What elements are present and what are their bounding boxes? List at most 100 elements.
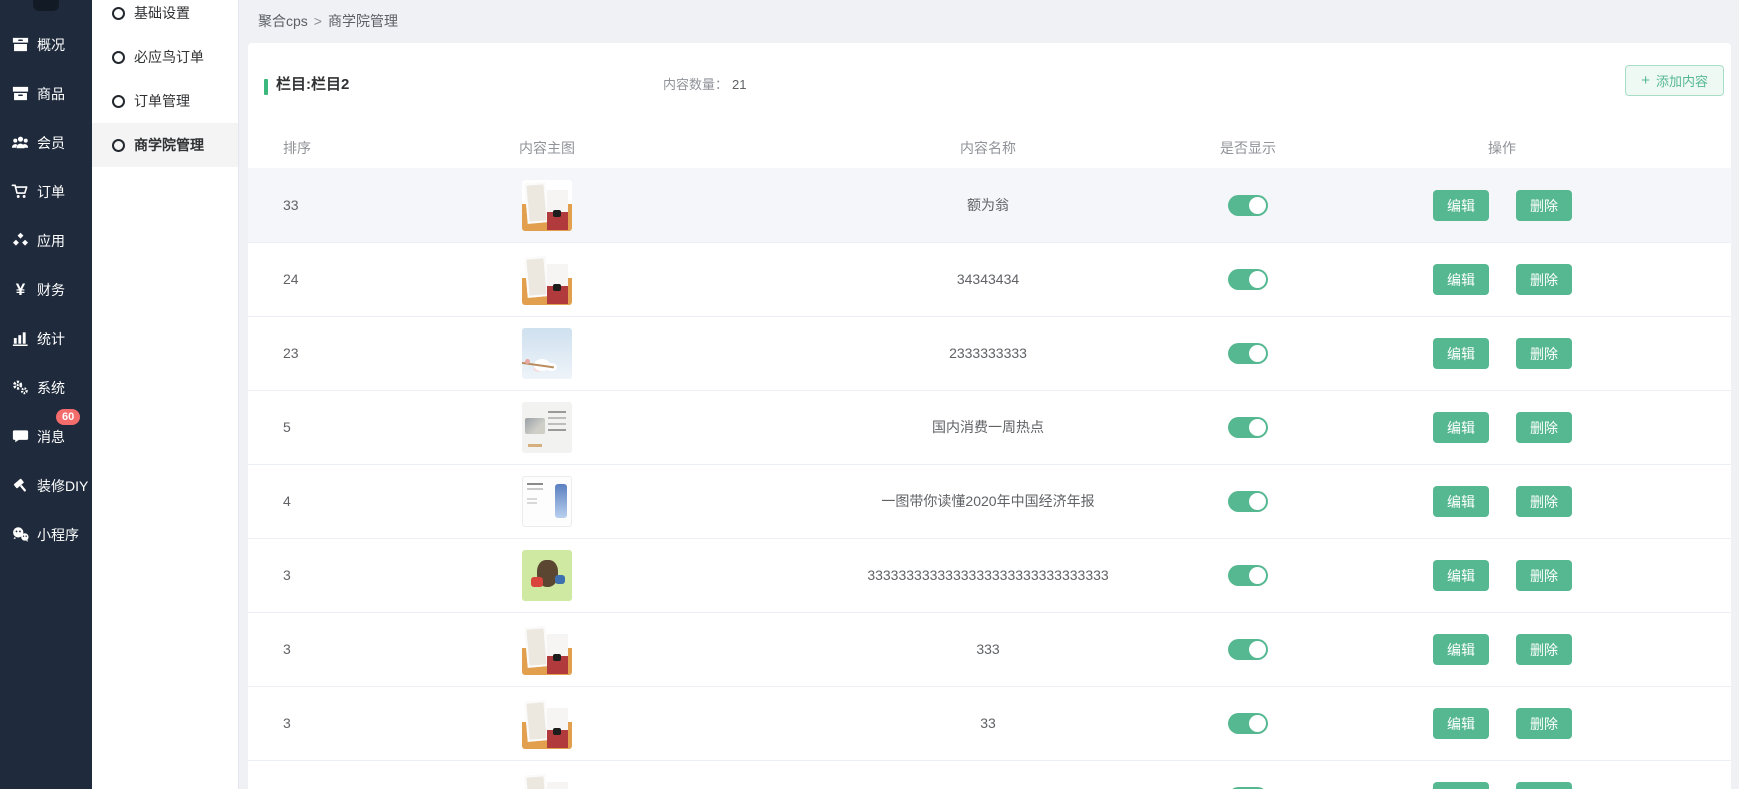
row-thumbnail-image: [522, 624, 572, 675]
sidebar-item-messages[interactable]: 消息 60: [0, 412, 92, 461]
toggle-knob: [1249, 271, 1266, 288]
row-content-name: 33: [980, 761, 996, 789]
row-thumbnail-image: [522, 328, 572, 379]
column-header-visibility: 是否显示: [1220, 128, 1276, 168]
orders-cart-icon: [11, 182, 30, 201]
column-header-thumbnail: 内容主图: [519, 128, 575, 168]
sidebar-item-label: 财务: [37, 280, 65, 300]
add-content-button[interactable]: + 添加内容: [1625, 65, 1724, 96]
apps-icon: [11, 231, 30, 250]
thumb-layer: [527, 498, 537, 500]
sidebar-item-orders[interactable]: 订单: [0, 167, 92, 216]
row-actions: 编辑 删除: [1433, 486, 1572, 517]
submenu-item-business-school[interactable]: 商学院管理: [92, 123, 238, 167]
row-visibility-toggle[interactable]: [1228, 417, 1268, 438]
table-body: 33 额为翁 编辑 删除 24 34343434 编辑 删除 23: [248, 168, 1731, 789]
table-row: 4 一图带你读懂2020年中国经济年报 编辑 删除: [248, 464, 1731, 538]
row-visibility-toggle[interactable]: [1228, 343, 1268, 364]
row-thumbnail-image: [522, 180, 572, 231]
row-thumbnail-image: [522, 254, 572, 305]
submenu-item-label: 商学院管理: [134, 135, 204, 155]
row-thumbnail-image: [522, 772, 572, 789]
delete-button[interactable]: 删除: [1516, 338, 1572, 369]
finance-yen-icon: ¥: [11, 280, 30, 299]
edit-button[interactable]: 编辑: [1433, 708, 1489, 739]
thumb-layer: [524, 700, 548, 742]
breadcrumb-separator: >: [314, 13, 322, 29]
row-content-name: 3333333333333333333333333333333: [867, 539, 1108, 612]
row-content-name: 333: [976, 613, 999, 686]
delete-button[interactable]: 删除: [1516, 634, 1572, 665]
row-thumbnail-image: [522, 698, 572, 749]
sidebar-item-overview[interactable]: 概况: [0, 20, 92, 69]
row-visibility-toggle[interactable]: [1228, 491, 1268, 512]
system-gears-icon: [11, 378, 30, 397]
sidebar-item-label: 统计: [37, 329, 65, 349]
edit-button[interactable]: 编辑: [1433, 264, 1489, 295]
sidebar-item-label: 概况: [37, 35, 65, 55]
row-visibility-toggle[interactable]: [1228, 195, 1268, 216]
sidebar-item-stats[interactable]: 统计: [0, 314, 92, 363]
submenu-item-label: 必应鸟订单: [134, 47, 204, 67]
row-content-name: 一图带你读懂2020年中国经济年报: [881, 465, 1094, 538]
admin-app: 概况 商品 会员 订单 应用 ¥ 财务: [0, 0, 1739, 789]
delete-button[interactable]: 删除: [1516, 782, 1572, 789]
sidebar-item-diy[interactable]: 装修DIY: [0, 461, 92, 510]
breadcrumb-item-current: 商学院管理: [328, 13, 398, 29]
row-actions: 编辑 删除: [1433, 634, 1572, 665]
submenu-item-label: 基础设置: [134, 3, 190, 23]
thumb-layer: [555, 575, 565, 584]
sidebar-item-system[interactable]: 系统: [0, 363, 92, 412]
edit-button[interactable]: 编辑: [1433, 412, 1489, 443]
sidebar-item-label: 会员: [37, 133, 65, 153]
column-header-sort: 排序: [283, 128, 311, 168]
thumb-layer: [527, 483, 543, 485]
messages-count-badge: 60: [56, 409, 80, 425]
table-row: 3 33 编辑 删除: [248, 686, 1731, 760]
row-content-name: 2333333333: [949, 317, 1027, 390]
delete-button[interactable]: 删除: [1516, 412, 1572, 443]
delete-button[interactable]: 删除: [1516, 486, 1572, 517]
delete-button[interactable]: 删除: [1516, 708, 1572, 739]
edit-button[interactable]: 编辑: [1433, 634, 1489, 665]
row-sort-value: 3: [283, 539, 291, 612]
stats-bars-icon: [11, 329, 30, 348]
edit-button[interactable]: 编辑: [1433, 560, 1489, 591]
row-actions: 编辑 删除: [1433, 190, 1572, 221]
delete-button[interactable]: 删除: [1516, 190, 1572, 221]
primary-nav: 概况 商品 会员 订单 应用 ¥ 财务: [0, 20, 92, 559]
sidebar-item-apps[interactable]: 应用: [0, 216, 92, 265]
thumb-layer: [548, 411, 566, 413]
thumb-layer: [531, 577, 543, 587]
row-actions: 编辑 删除: [1433, 264, 1572, 295]
delete-button[interactable]: 删除: [1516, 264, 1572, 295]
sidebar-item-finance[interactable]: ¥ 财务: [0, 265, 92, 314]
sidebar-item-members[interactable]: 会员: [0, 118, 92, 167]
delete-button[interactable]: 删除: [1516, 560, 1572, 591]
sidebar-item-products[interactable]: 商品: [0, 69, 92, 118]
edit-button[interactable]: 编辑: [1433, 190, 1489, 221]
edit-button[interactable]: 编辑: [1433, 338, 1489, 369]
row-content-name: 34343434: [957, 243, 1019, 316]
table-row: 3 333 编辑 删除: [248, 612, 1731, 686]
row-sort-value: 3: [283, 761, 291, 789]
breadcrumb-item-root[interactable]: 聚合cps: [258, 13, 308, 29]
sidebar-item-label: 订单: [37, 182, 65, 202]
main-content: 聚合cps>商学院管理 栏目:栏目2 内容数量：21 + 添加内容 排序 内容主…: [239, 0, 1739, 789]
submenu-item-basic-settings[interactable]: 基础设置: [92, 0, 238, 35]
submenu-item-biyingniao-orders[interactable]: 必应鸟订单: [92, 35, 238, 79]
circle-bullet-icon: [112, 51, 125, 64]
circle-bullet-icon: [112, 7, 125, 20]
edit-button[interactable]: 编辑: [1433, 486, 1489, 517]
content-count: 内容数量：21: [663, 74, 746, 93]
row-visibility-toggle[interactable]: [1228, 639, 1268, 660]
row-content-name: 额为翁: [967, 169, 1009, 242]
submenu-item-label: 订单管理: [134, 91, 190, 111]
row-visibility-toggle[interactable]: [1228, 269, 1268, 290]
row-visibility-toggle[interactable]: [1228, 713, 1268, 734]
sidebar-item-miniprogram[interactable]: 小程序: [0, 510, 92, 559]
row-visibility-toggle[interactable]: [1228, 565, 1268, 586]
submenu-item-order-management[interactable]: 订单管理: [92, 79, 238, 123]
edit-button[interactable]: 编辑: [1433, 782, 1489, 789]
submenu-list: 基础设置 必应鸟订单 订单管理 商学院管理: [92, 0, 238, 167]
